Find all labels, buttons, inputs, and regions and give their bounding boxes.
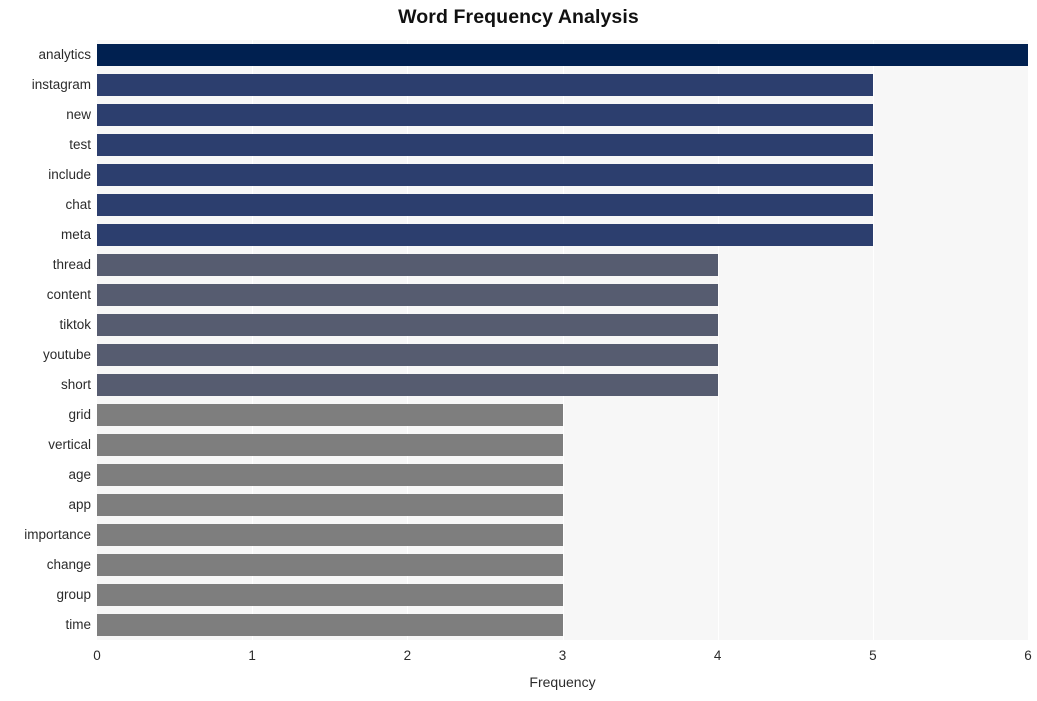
bar bbox=[97, 404, 563, 426]
bar bbox=[97, 134, 873, 156]
y-axis-tick-label: include bbox=[48, 167, 91, 182]
y-axis-tick-label: tiktok bbox=[59, 317, 91, 332]
bar bbox=[97, 344, 718, 366]
y-axis-tick-label: grid bbox=[68, 407, 91, 422]
gridline bbox=[1028, 40, 1029, 640]
y-axis-tick-label: importance bbox=[24, 527, 91, 542]
y-axis-tick-label: youtube bbox=[42, 347, 91, 362]
bar bbox=[97, 254, 718, 276]
bar bbox=[97, 614, 563, 636]
y-axis-tick-label: time bbox=[65, 617, 91, 632]
y-axis-tick-label: change bbox=[46, 557, 91, 572]
bar bbox=[97, 554, 563, 576]
x-axis-tick-labels: 0 1 2 3 4 5 6 bbox=[93, 648, 1032, 670]
y-axis-tick-label: meta bbox=[60, 227, 91, 242]
y-axis-tick-label: group bbox=[56, 587, 91, 602]
y-axis-tick-label: chat bbox=[65, 197, 91, 212]
bar bbox=[97, 164, 873, 186]
x-axis-tick-label: 5 bbox=[869, 648, 877, 663]
bar bbox=[97, 494, 563, 516]
bar-series bbox=[97, 40, 1028, 640]
x-axis-tick-label: 3 bbox=[558, 648, 567, 663]
bar bbox=[97, 74, 873, 96]
y-axis-tick-label: instagram bbox=[31, 77, 91, 92]
y-axis-tick-label: age bbox=[68, 467, 91, 482]
bar bbox=[97, 284, 718, 306]
y-axis-tick-label: test bbox=[69, 137, 91, 152]
y-axis-tick-label: analytics bbox=[38, 47, 91, 62]
y-axis-tick-label: thread bbox=[52, 257, 91, 272]
chart-title: Word Frequency Analysis bbox=[398, 6, 639, 28]
x-axis-tick-label: 0 bbox=[93, 648, 101, 663]
x-axis-tick-label: 6 bbox=[1024, 648, 1032, 663]
y-axis-tick-label: vertical bbox=[48, 437, 91, 452]
x-axis-title: Frequency bbox=[529, 674, 596, 690]
bar bbox=[97, 224, 873, 246]
y-axis-tick-label: new bbox=[66, 107, 91, 122]
bar bbox=[97, 524, 563, 546]
x-axis-tick-label: 4 bbox=[713, 648, 722, 663]
y-axis-tick-label: content bbox=[46, 287, 91, 302]
bar bbox=[97, 44, 1028, 66]
bar bbox=[97, 314, 718, 336]
bar bbox=[97, 194, 873, 216]
chart-figure: Word Frequency Analysis analytics instagr… bbox=[0, 0, 1037, 701]
bar bbox=[97, 434, 563, 456]
plot-area bbox=[97, 40, 1029, 640]
x-axis-tick-label: 1 bbox=[248, 648, 256, 663]
bar bbox=[97, 104, 873, 126]
y-axis-tick-label: app bbox=[68, 497, 91, 512]
bar bbox=[97, 464, 563, 486]
x-axis-tick-label: 2 bbox=[403, 648, 412, 663]
y-axis-tick-label: short bbox=[60, 377, 91, 392]
bar bbox=[97, 374, 718, 396]
y-axis-tick-labels: analytics instagram new test include chat meta… bbox=[0, 40, 91, 640]
bar bbox=[97, 584, 563, 606]
